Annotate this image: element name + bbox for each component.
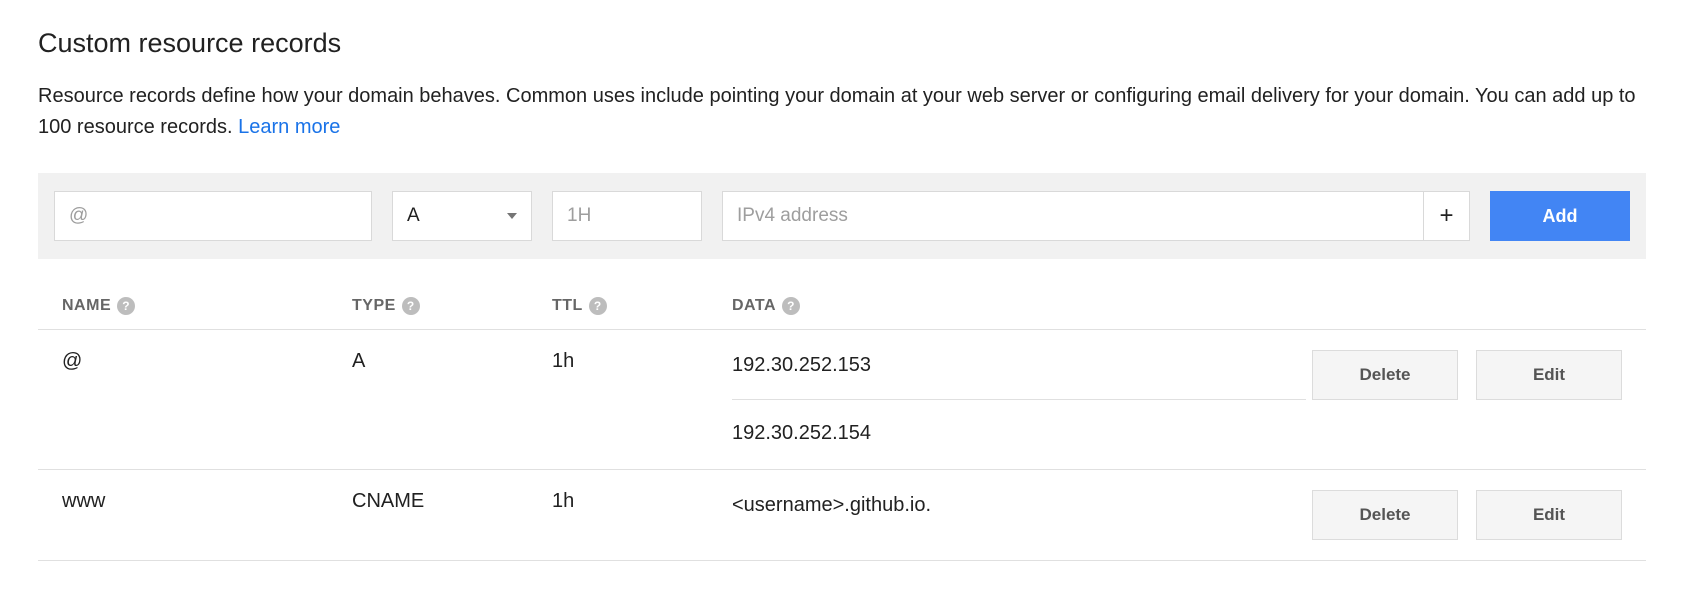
- column-header-data: DATA ?: [732, 297, 1306, 315]
- add-record-bar: A + Add: [38, 173, 1646, 259]
- cell-data: <username>.github.io.: [732, 490, 1306, 521]
- add-record-button[interactable]: Add: [1490, 191, 1630, 241]
- cell-name: www: [62, 490, 352, 513]
- help-icon[interactable]: ?: [589, 297, 607, 315]
- edit-button[interactable]: Edit: [1476, 490, 1622, 540]
- column-header-name: NAME ?: [62, 297, 352, 315]
- edit-button[interactable]: Edit: [1476, 350, 1622, 400]
- delete-button[interactable]: Delete: [1312, 350, 1458, 400]
- column-header-ttl-label: TTL: [552, 297, 583, 315]
- data-value: 192.30.252.154: [732, 399, 1306, 449]
- column-header-ttl: TTL ?: [552, 297, 732, 315]
- help-icon[interactable]: ?: [117, 297, 135, 315]
- cell-actions: Delete Edit: [1306, 350, 1622, 400]
- cell-ttl: 1h: [552, 350, 732, 373]
- record-type-value: A: [407, 205, 420, 227]
- cell-type: A: [352, 350, 552, 373]
- table-body: @A1h192.30.252.153192.30.252.154DeleteEd…: [38, 330, 1646, 561]
- records-table: NAME ? TYPE ? TTL ? DATA ? @A1h192.30.25…: [38, 283, 1646, 561]
- table-row: @A1h192.30.252.153 192.30.252.154Delete Ed…: [38, 330, 1646, 470]
- data-value: <username>.github.io.: [732, 490, 1306, 521]
- cell-actions: Delete Edit: [1306, 490, 1622, 540]
- record-name-input[interactable]: [54, 191, 372, 241]
- record-data-input[interactable]: [722, 191, 1424, 241]
- help-icon[interactable]: ?: [782, 297, 800, 315]
- chevron-down-icon: [507, 213, 517, 219]
- learn-more-link[interactable]: Learn more: [238, 116, 340, 138]
- record-type-select[interactable]: A: [392, 191, 532, 241]
- table-header-row: NAME ? TYPE ? TTL ? DATA ?: [38, 283, 1646, 330]
- column-header-name-label: NAME: [62, 297, 111, 315]
- column-header-type: TYPE ?: [352, 297, 552, 315]
- plus-icon: +: [1439, 202, 1453, 230]
- page-title: Custom resource records: [38, 28, 1646, 59]
- delete-button[interactable]: Delete: [1312, 490, 1458, 540]
- page-description: Resource records define how your domain …: [38, 81, 1646, 143]
- record-data-wrapper: +: [722, 191, 1470, 241]
- data-value: 192.30.252.153: [732, 350, 1306, 381]
- record-ttl-input[interactable]: [552, 191, 702, 241]
- help-icon[interactable]: ?: [402, 297, 420, 315]
- cell-ttl: 1h: [552, 490, 732, 513]
- column-header-data-label: DATA: [732, 297, 776, 315]
- cell-name: @: [62, 350, 352, 373]
- cell-type: CNAME: [352, 490, 552, 513]
- column-header-type-label: TYPE: [352, 297, 396, 315]
- cell-data: 192.30.252.153 192.30.252.154: [732, 350, 1306, 449]
- table-row: wwwCNAME1h<username>.github.io.Delete Edi…: [38, 470, 1646, 561]
- add-data-value-button[interactable]: +: [1424, 191, 1470, 241]
